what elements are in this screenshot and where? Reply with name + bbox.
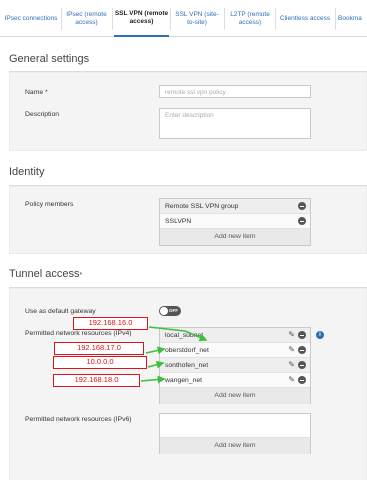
- annotation-box: 10.0.0.0: [53, 356, 147, 369]
- annotation-arrows: [140, 326, 208, 384]
- arrow: [140, 375, 166, 384]
- annotation-box: 192.168.17.0: [54, 342, 144, 355]
- arrow: [145, 346, 166, 355]
- annotation-box: 192.168.18.0: [53, 374, 140, 387]
- arrow: [147, 360, 165, 369]
- annotation-box: 192.168.16.0: [73, 317, 148, 330]
- arrow: [148, 326, 208, 342]
